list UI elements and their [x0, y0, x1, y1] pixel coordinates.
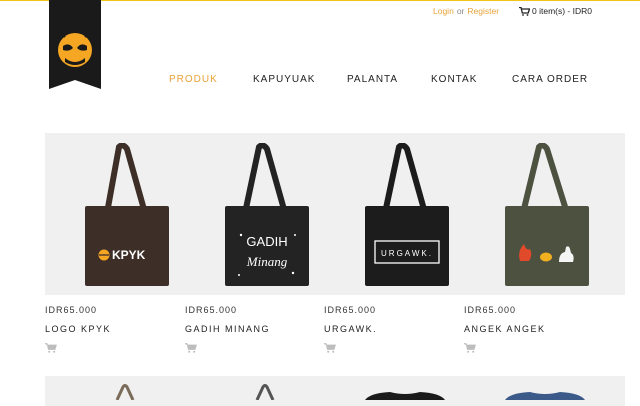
bag-print-urgawk: URGAWK. [381, 249, 433, 258]
main-nav: PRODUK KAPUYUAK PALANTA KONTAK CARA ORDE… [0, 74, 640, 88]
product-image-partial[interactable] [245, 384, 285, 400]
add-to-cart-icon[interactable] [185, 343, 197, 353]
product-name[interactable]: ANGEK ANGEK [464, 324, 546, 334]
add-to-cart-icon[interactable] [324, 343, 336, 353]
product-price: IDR65.000 [45, 305, 98, 315]
bag-print-minang: Minang [246, 254, 288, 269]
bag-print-gadih: GADIH [246, 234, 287, 249]
nav-item-kapuyuak[interactable]: KAPUYUAK [253, 74, 315, 85]
product-image-logo-kpyk[interactable]: KPYK [83, 143, 171, 288]
product-image-gadih-minang[interactable]: GADIH Minang [223, 143, 311, 288]
cart-summary[interactable]: 0 item(s) - IDR0 [519, 6, 592, 16]
product-price: IDR65.000 [324, 305, 377, 315]
login-link[interactable]: Login [433, 6, 454, 16]
product-image-partial[interactable] [360, 390, 450, 400]
product-image-urgawk[interactable]: URGAWK. [363, 143, 451, 288]
nav-item-kontak[interactable]: KONTAK [431, 74, 477, 85]
product-image-partial[interactable] [105, 384, 145, 400]
product-name[interactable]: GADIH MINANG [185, 324, 270, 334]
cart-label: 0 item(s) - IDR0 [532, 6, 592, 16]
register-link[interactable]: Register [467, 6, 499, 16]
nav-item-produk[interactable]: PRODUK [169, 74, 218, 85]
bag-print-kpyk: KPYK [112, 248, 146, 262]
egg-icon [540, 252, 552, 262]
account-links: Login or Register [433, 6, 499, 16]
cart-icon [519, 6, 530, 16]
product-image-partial[interactable] [500, 390, 590, 400]
product-name[interactable]: LOGO KPYK [45, 324, 111, 334]
product-price: IDR65.000 [464, 305, 517, 315]
add-to-cart-icon[interactable] [464, 343, 476, 353]
nav-item-palanta[interactable]: PALANTA [347, 74, 398, 85]
or-separator: or [456, 6, 465, 16]
product-name[interactable]: URGAWK. [324, 324, 377, 334]
nav-item-cara-order[interactable]: CARA ORDER [512, 74, 588, 85]
product-image-angek-angek[interactable] [503, 143, 591, 288]
product-price: IDR65.000 [185, 305, 238, 315]
add-to-cart-icon[interactable] [45, 343, 57, 353]
